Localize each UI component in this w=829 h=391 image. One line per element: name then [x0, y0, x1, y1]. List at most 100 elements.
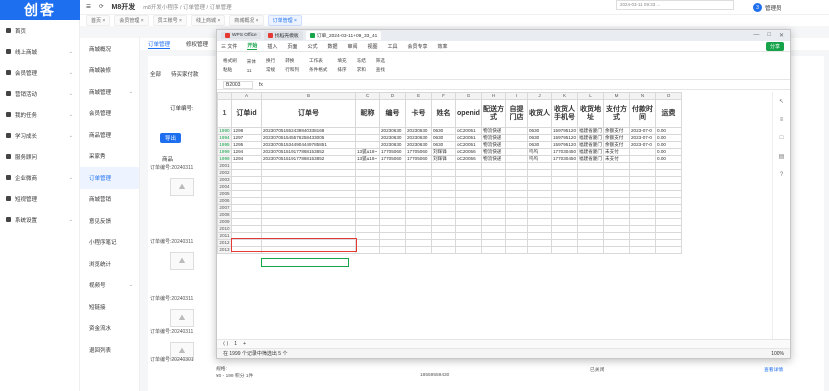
data-cell[interactable]	[355, 183, 380, 191]
cell-ref[interactable]: B2003	[223, 80, 253, 89]
data-cell[interactable]	[431, 246, 456, 254]
data-cell[interactable]	[261, 169, 356, 177]
zoom-level[interactable]: 100%	[771, 351, 784, 357]
data-cell[interactable]	[355, 239, 380, 247]
user-menu[interactable]: 3 管理员	[753, 3, 782, 12]
ribbon-button[interactable]: 条件格式	[309, 67, 327, 73]
wps-tab[interactable]: WPS Office	[221, 32, 261, 39]
data-cell[interactable]: 0.00	[655, 134, 682, 142]
subtab[interactable]: 订单管理	[148, 40, 171, 49]
data-cell[interactable]	[231, 183, 262, 191]
data-cell[interactable]: 刘辉锋	[431, 148, 456, 156]
data-cell[interactable]	[431, 197, 456, 205]
data-cell[interactable]: 159795120	[551, 141, 578, 149]
row-number[interactable]: 2011	[217, 232, 232, 240]
data-cell[interactable]	[455, 197, 482, 205]
data-cell[interactable]: oC20056	[455, 148, 482, 156]
menu-item[interactable]: 视图	[367, 43, 377, 50]
data-cell[interactable]	[655, 162, 682, 170]
data-cell[interactable]	[379, 211, 406, 219]
data-cell[interactable]	[527, 225, 552, 233]
data-cell[interactable]	[505, 169, 528, 177]
data-cell[interactable]	[405, 218, 432, 226]
column-header[interactable]: M	[603, 92, 630, 100]
column-header[interactable]: G	[455, 92, 482, 100]
help-icon[interactable]: ?	[780, 172, 783, 178]
data-cell[interactable]	[527, 169, 552, 177]
data-cell[interactable]	[481, 197, 506, 205]
menu-item[interactable]: 数据	[327, 43, 337, 50]
data-cell[interactable]	[379, 225, 406, 233]
data-cell[interactable]	[231, 169, 262, 177]
row-number[interactable]: 1995	[217, 141, 232, 149]
data-cell[interactable]: 20230630	[405, 127, 432, 135]
sheet-tab[interactable]: 1	[234, 341, 237, 347]
filter-pending[interactable]: 待买家付款	[171, 70, 199, 78]
data-cell[interactable]	[505, 218, 528, 226]
data-cell[interactable]	[355, 246, 380, 254]
menu-item[interactable]: 插入	[267, 43, 277, 50]
data-cell[interactable]	[231, 197, 262, 205]
sidebar-item[interactable]: 企业微商 ⌄	[0, 167, 79, 188]
header-cell[interactable]: 姓名	[431, 99, 456, 128]
share-button[interactable]: 分享	[765, 41, 784, 51]
data-cell[interactable]	[603, 239, 630, 247]
data-cell[interactable]	[505, 162, 528, 170]
data-cell[interactable]: 福建省厦门	[577, 141, 604, 149]
data-cell[interactable]: 0.00	[655, 155, 682, 163]
data-cell[interactable]: 20230630	[405, 134, 432, 142]
sidebar-item[interactable]: 服务顾问	[0, 146, 79, 167]
row-number[interactable]: 1990	[217, 127, 232, 135]
data-cell[interactable]: 20230630	[405, 141, 432, 149]
data-cell[interactable]	[603, 176, 630, 184]
data-cell[interactable]	[379, 218, 406, 226]
data-cell[interactable]	[261, 162, 356, 170]
submenu-item[interactable]: 小程序笔记	[80, 232, 139, 254]
header-cell[interactable]: 支付方式	[603, 99, 630, 128]
data-cell[interactable]: 2023-07-0	[629, 127, 656, 135]
data-cell[interactable]	[231, 190, 262, 198]
data-cell[interactable]	[431, 204, 456, 212]
data-cell[interactable]	[629, 211, 656, 219]
data-cell[interactable]	[405, 246, 432, 254]
column-header[interactable]: N	[629, 92, 656, 100]
data-cell[interactable]	[355, 197, 380, 205]
data-cell[interactable]	[405, 183, 432, 191]
data-cell[interactable]	[261, 176, 356, 184]
submenu-item[interactable]: 商城装修	[80, 60, 139, 82]
data-cell[interactable]	[655, 246, 682, 254]
submenu-item[interactable]: 商城概况	[80, 38, 139, 60]
data-cell[interactable]	[527, 190, 552, 198]
data-cell[interactable]: 1295	[231, 141, 262, 149]
submenu-item[interactable]: 视频号 ⌄	[80, 275, 139, 297]
sidebar-item[interactable]: 学习成长 ⌄	[0, 125, 79, 146]
data-cell[interactable]	[405, 211, 432, 219]
data-cell[interactable]	[405, 176, 432, 184]
sheet-nav-icon[interactable]: ⟨ ⟩	[223, 341, 228, 347]
data-cell[interactable]: 159795120	[551, 134, 578, 142]
page-tab[interactable]: 会员管理 ×	[114, 15, 149, 26]
data-cell[interactable]: 福建省厦门	[577, 127, 604, 135]
data-cell[interactable]	[379, 176, 406, 184]
data-cell[interactable]	[577, 218, 604, 226]
chart-icon[interactable]: ▤	[779, 153, 785, 160]
data-cell[interactable]	[629, 169, 656, 177]
sidebar-item[interactable]: 系统设置 ⌄	[0, 209, 79, 230]
data-cell[interactable]	[231, 176, 262, 184]
data-cell[interactable]	[505, 239, 528, 247]
data-cell[interactable]	[379, 239, 406, 247]
data-cell[interactable]	[405, 225, 432, 233]
data-cell[interactable]	[577, 239, 604, 247]
header-cell[interactable]: 收货人	[527, 99, 552, 128]
data-cell[interactable]	[455, 204, 482, 212]
data-cell[interactable]: 0630	[431, 141, 456, 149]
header-cell[interactable]: 收货人手机号	[551, 99, 578, 128]
wps-tab[interactable]: 找稻壳模板	[263, 31, 303, 40]
menu-icon[interactable]: ☰	[86, 4, 91, 10]
data-cell[interactable]	[551, 232, 578, 240]
data-cell[interactable]	[603, 204, 630, 212]
sidebar-item[interactable]: 短视管理	[0, 188, 79, 209]
data-cell[interactable]: oC20051	[455, 127, 482, 135]
row-number[interactable]: 2009	[217, 218, 232, 226]
header-cell[interactable]: 收货地址	[577, 99, 604, 128]
